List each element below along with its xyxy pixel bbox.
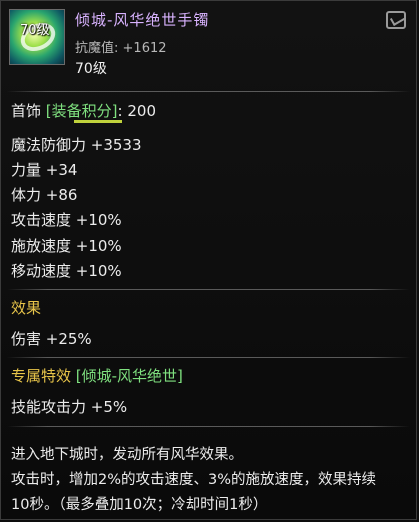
score-separator: : [117, 102, 123, 120]
exclusive-set-name: [倾城-风华绝世] [75, 367, 183, 385]
exclusive-row: 专属特效 [倾城-风华绝世] [11, 365, 183, 386]
description-line: 10秒。（最多叠加10次；冷却时间1秒） [11, 497, 268, 513]
exclusive-line: 技能攻击力 +5% [11, 398, 128, 416]
divider [7, 357, 410, 358]
effect-line: 伤害 +25% [11, 330, 92, 348]
slot-row: 首饰 [装备积分]: 200 [11, 100, 156, 121]
stat-line: 移动速度 +10% [11, 262, 122, 280]
stat-line: 施放速度 +10% [11, 237, 122, 255]
item-tooltip: 70级 倾城-风华绝世手镯 抗魔值: +1612 70级 首饰 [装备积分]: … [0, 0, 417, 520]
description-line: 攻击时，增加2%的攻击速度、3%的施放速度，效果持续 [11, 472, 377, 488]
item-name: 倾城-风华绝世手镯 [75, 11, 210, 29]
divider [7, 289, 410, 290]
description-line: 进入地下城时，发动所有风华效果。 [11, 447, 243, 463]
stat-line: 体力 +86 [11, 186, 78, 204]
slot-type: 首饰 [11, 102, 42, 120]
tooltip-header: 70级 倾城-风华绝世手镯 抗魔值: +1612 70级 [1, 1, 416, 83]
level-badge: 70级 [20, 23, 50, 38]
score-value: 200 [127, 102, 156, 120]
trade-lock-icon[interactable] [386, 11, 406, 29]
effect-title: 效果 [11, 299, 42, 317]
resist-label: 抗魔值: [75, 41, 119, 56]
score-underline [74, 120, 122, 123]
bracelet-icon: 70级 [9, 9, 65, 65]
divider [7, 91, 410, 92]
resist-row: 抗魔值: +1612 [75, 37, 167, 56]
exclusive-title: 专属特效 [11, 367, 72, 385]
score-label: [装备积分] [45, 102, 118, 120]
stat-line: 力量 +34 [11, 161, 78, 179]
resist-value: +1612 [122, 41, 167, 56]
stat-line: 攻击速度 +10% [11, 211, 122, 229]
divider [7, 426, 410, 427]
item-level: 70级 [75, 61, 107, 77]
stat-line: 魔法防御力 +3533 [11, 136, 142, 154]
